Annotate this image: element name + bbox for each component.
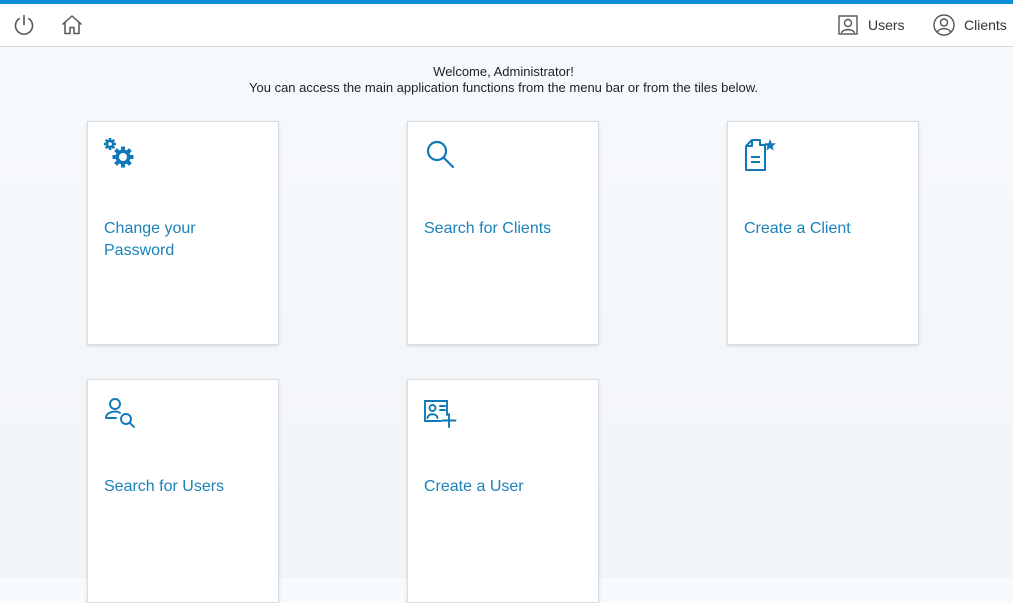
power-icon: [14, 14, 34, 35]
search-icon: [423, 137, 459, 173]
home-icon: [61, 15, 83, 35]
tile-create-user[interactable]: Create a User: [407, 379, 599, 603]
top-menu-bar: Users Clients: [0, 4, 1013, 47]
user-search-icon: [103, 395, 139, 431]
power-button[interactable]: [9, 10, 39, 40]
gears-icon: [103, 137, 139, 173]
tile-search-users[interactable]: Search for Users: [87, 379, 279, 603]
welcome-message: Welcome, Administrator! You can access t…: [0, 64, 1007, 96]
new-document-icon: [743, 137, 779, 173]
tile-create-client[interactable]: Create a Client: [727, 121, 919, 345]
tile-label: Search for Clients: [424, 220, 552, 237]
tile-search-clients[interactable]: Search for Clients: [407, 121, 599, 345]
nav-users[interactable]: Users: [836, 10, 905, 40]
welcome-title: Welcome, Administrator!: [433, 64, 574, 79]
nav-clients-label: Clients: [964, 17, 1007, 33]
tile-change-password[interactable]: Change your Password: [87, 121, 279, 345]
tile-label: Search for Users: [104, 478, 225, 495]
add-user-card-icon: [423, 395, 459, 431]
tile-label: Change your Password: [104, 220, 196, 259]
welcome-subtitle: You can access the main application func…: [249, 80, 758, 95]
tile-label: Create a Client: [744, 220, 851, 237]
nav-clients[interactable]: Clients: [932, 10, 1007, 40]
user-card-icon: [836, 13, 860, 37]
user-circle-icon: [932, 13, 956, 37]
home-button[interactable]: [57, 10, 87, 40]
tile-label: Create a User: [424, 478, 524, 495]
nav-users-label: Users: [868, 17, 905, 33]
